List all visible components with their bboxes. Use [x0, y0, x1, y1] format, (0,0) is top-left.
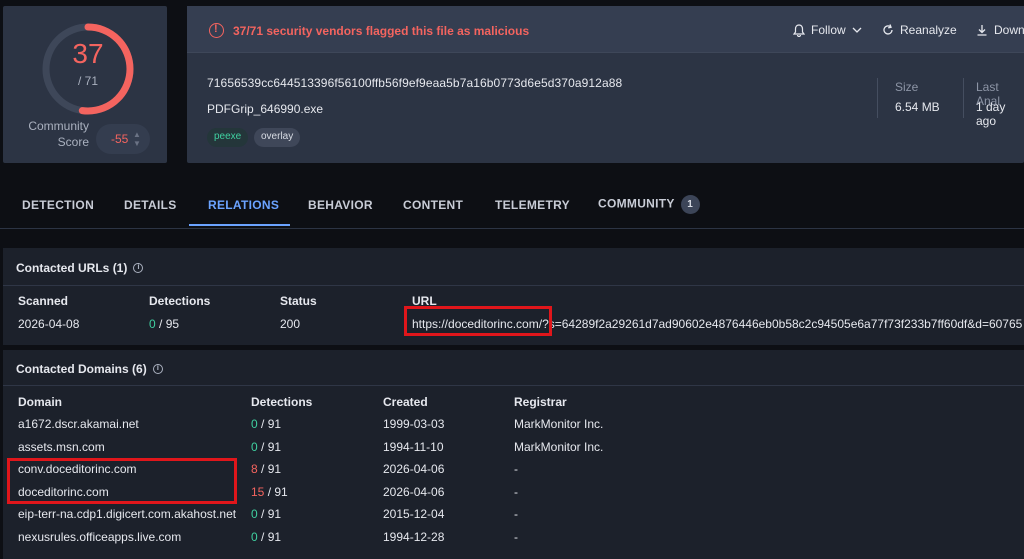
reanalyze-button[interactable]: Reanalyze [882, 23, 957, 37]
domain-link[interactable]: eip-terr-na.cdp1.digicert.com.akahost.ne… [18, 507, 236, 521]
detection-ratio: 0 / 91 [251, 417, 282, 431]
detection-ratio: 8 / 91 [251, 462, 282, 477]
tab-community[interactable]: COMMUNITY 1 [598, 195, 700, 214]
alert-text: 37/71 security vendors flagged this file… [233, 24, 530, 38]
tabs-divider [0, 228, 1024, 229]
community-score-label: Community Score [28, 119, 89, 149]
created-date: 1994-12-28 [383, 530, 445, 544]
meta-divider [963, 78, 964, 118]
tab-details[interactable]: DETAILS [124, 198, 177, 212]
meta-divider [877, 78, 878, 118]
download-button[interactable]: Down [976, 23, 1024, 37]
tag-overlay[interactable]: overlay [254, 128, 301, 147]
http-status: 200 [280, 317, 301, 331]
info-icon[interactable] [152, 363, 163, 374]
created-date: 1994-11-10 [383, 439, 444, 454]
created-date: 2026-04-06 [383, 462, 445, 477]
scanned-date: 2026-04-08 [18, 317, 80, 331]
column-header-created[interactable]: Created [383, 395, 428, 409]
tab-detection[interactable]: DETECTION [22, 198, 94, 212]
file-hash[interactable]: 71656539cc644513396f56100ffb56f9ef9eaa5b… [207, 76, 622, 90]
tab-content[interactable]: CONTENT [403, 198, 463, 212]
malicious-alert-bar: 37/71 security vendors flagged this file… [187, 6, 1024, 53]
active-tab-indicator [189, 224, 290, 226]
community-score-pill[interactable]: -55 ▲ ▼ [96, 124, 150, 154]
contacted-domains-panel: Contacted Domains (6) Domain Detections … [3, 350, 1024, 559]
tab-relations[interactable]: RELATIONS [208, 198, 279, 212]
registrar: - [514, 484, 518, 499]
tab-telemetry[interactable]: TELEMETRY [495, 198, 570, 212]
detection-count: 37 [72, 38, 104, 69]
contacted-urls-panel: Contacted URLs (1) Scanned Detections St… [3, 248, 1024, 345]
detection-ratio: 0 / 95 [149, 317, 180, 331]
last-analysis-value: 1 day ago [976, 100, 1006, 128]
detection-total: / 71 [77, 74, 98, 88]
tab-bar: DETECTION DETAILS RELATIONS BEHAVIOR CON… [0, 186, 1024, 228]
section-divider [3, 385, 1024, 386]
registrar: - [514, 530, 518, 544]
created-date: 1999-03-03 [383, 417, 445, 431]
created-date: 2026-04-06 [383, 484, 445, 499]
registrar: MarkMonitor Inc. [514, 439, 604, 454]
tab-behavior[interactable]: BEHAVIOR [308, 198, 373, 212]
info-icon[interactable] [133, 262, 144, 273]
registrar: - [514, 507, 518, 522]
community-count-badge: 1 [680, 195, 700, 214]
domain-link[interactable]: a1672.dscr.akamai.net [18, 417, 139, 431]
contacted-urls-title: Contacted URLs (1) [16, 261, 144, 275]
size-label: Size [895, 80, 919, 94]
tag-peexe[interactable]: peexe [207, 128, 249, 147]
highlight-box [404, 306, 552, 336]
score-card: 37 / 71 Community Score -55 ▲ ▼ [3, 6, 167, 163]
file-header-card: 37/71 security vendors flagged this file… [187, 6, 1024, 163]
highlight-box [7, 458, 237, 504]
download-icon [977, 25, 987, 36]
domain-link[interactable]: nexusrules.officeapps.live.com [18, 530, 181, 544]
column-header-detections[interactable]: Detections [251, 395, 312, 409]
file-name: PDFGrip_646990.exe [207, 102, 324, 116]
column-header-domain[interactable]: Domain [18, 395, 62, 409]
size-value: 6.54 MB [895, 100, 940, 114]
column-header-status[interactable]: Status [280, 294, 317, 308]
domain-link[interactable]: assets.msn.com [18, 440, 105, 454]
vote-up-icon[interactable]: ▲ [133, 130, 141, 139]
column-header-scanned[interactable]: Scanned [18, 294, 68, 308]
follow-button[interactable]: Follow [793, 23, 862, 37]
column-header-detections[interactable]: Detections [149, 294, 210, 308]
section-divider [3, 285, 1024, 286]
detection-ratio: 0 / 91 [251, 507, 282, 522]
chevron-down-icon [852, 27, 862, 33]
registrar: MarkMonitor Inc. [514, 417, 604, 431]
vote-down-icon[interactable]: ▼ [133, 139, 141, 148]
registrar: - [514, 462, 518, 477]
contacted-domains-title: Contacted Domains (6) [16, 362, 163, 376]
column-header-registrar[interactable]: Registrar [514, 395, 567, 409]
bell-icon [793, 23, 805, 37]
detection-ratio: 0 / 91 [251, 439, 282, 454]
alert-icon [209, 23, 224, 38]
detection-ratio: 0 / 91 [251, 530, 282, 544]
community-score-value: -55 [111, 132, 129, 146]
created-date: 2015-12-04 [383, 507, 445, 522]
detection-ratio: 15 / 91 [251, 484, 288, 499]
refresh-icon [883, 24, 893, 35]
